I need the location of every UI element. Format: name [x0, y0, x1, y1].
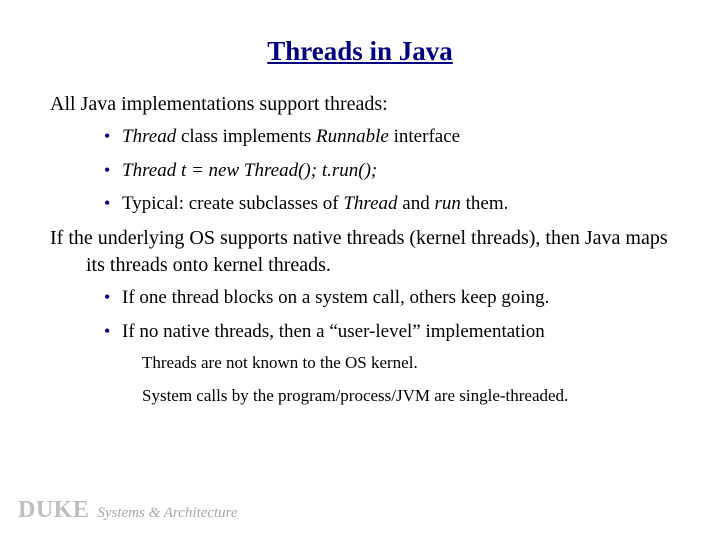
- bullet-list-2: If one thread blocks on a system call, o…: [50, 285, 670, 344]
- text: them.: [461, 193, 509, 214]
- bullet-item: If no native threads, then a “user-level…: [104, 319, 670, 345]
- text-italic: Thread t = new Thread(); t.run();: [122, 160, 377, 181]
- slide-body: All Java implementations support threads…: [50, 91, 670, 408]
- slide: Threads in Java All Java implementations…: [0, 0, 720, 540]
- bullet-item: If one thread blocks on a system call, o…: [104, 285, 670, 311]
- paragraph-1: All Java implementations support threads…: [50, 91, 670, 118]
- footer-subtitle: Systems & Architecture: [97, 505, 237, 521]
- footer: DUKE Systems & Architecture: [18, 497, 238, 524]
- text-italic: Thread: [122, 126, 176, 147]
- sub-detail-line: Threads are not known to the OS kernel.: [142, 352, 670, 375]
- bullet-item: Typical: create subclasses of Thread and…: [104, 191, 670, 217]
- paragraph-2: If the underlying OS supports native thr…: [50, 225, 670, 279]
- sub-detail-line: System calls by the program/process/JVM …: [142, 385, 670, 408]
- text-italic: Runnable: [316, 126, 389, 147]
- slide-title: Threads in Java: [50, 36, 670, 67]
- text-italic: run: [434, 193, 460, 214]
- footer-logo-text: DUKE: [18, 497, 89, 524]
- sub-detail-block: Threads are not known to the OS kernel. …: [50, 352, 670, 408]
- text: interface: [389, 126, 460, 147]
- text-italic: Thread: [343, 193, 397, 214]
- bullet-item: Thread t = new Thread(); t.run();: [104, 158, 670, 184]
- text: Typical: create subclasses of: [122, 193, 343, 214]
- bullet-item: Thread class implements Runnable interfa…: [104, 124, 670, 150]
- text: and: [398, 193, 435, 214]
- bullet-list-1: Thread class implements Runnable interfa…: [50, 124, 670, 217]
- text: class implements: [176, 126, 316, 147]
